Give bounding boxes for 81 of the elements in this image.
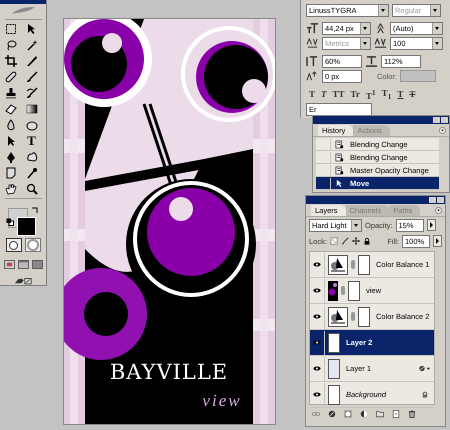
- lock-transparency-icon[interactable]: [330, 237, 338, 245]
- foreground-color-swatch[interactable]: [17, 217, 36, 236]
- default-colors-icon[interactable]: [6, 218, 14, 226]
- kerning-icon: [306, 38, 319, 48]
- eraser-icon[interactable]: [4, 103, 16, 116]
- bandage-icon[interactable]: [4, 71, 16, 84]
- stamp-icon[interactable]: [4, 87, 16, 100]
- note-icon[interactable]: [4, 167, 16, 180]
- panel-menu-icon[interactable]: [439, 126, 446, 134]
- shape-icon[interactable]: [26, 151, 38, 164]
- eye-icon[interactable]: [313, 314, 321, 319]
- knife-icon[interactable]: [26, 55, 38, 68]
- eye-icon[interactable]: [313, 262, 321, 267]
- history-brush-icon[interactable]: [26, 87, 38, 100]
- layer-style-icon[interactable]: [328, 410, 336, 418]
- text-style-button[interactable]: T: [397, 89, 404, 99]
- poster-title: BAYVILLE: [110, 360, 228, 384]
- panel-menu-icon[interactable]: [435, 206, 442, 214]
- quick-mask-button[interactable]: [24, 238, 40, 252]
- eye-icon[interactable]: [313, 340, 321, 345]
- move-icon: [335, 178, 344, 188]
- pen-icon[interactable]: [4, 151, 16, 164]
- layer-thumbnail: [328, 358, 340, 378]
- gradient-icon[interactable]: [26, 103, 38, 116]
- text-style-button[interactable]: T$^{1}$: [366, 88, 376, 100]
- eye-icon[interactable]: [313, 392, 321, 397]
- brush-icon[interactable]: [26, 71, 38, 84]
- fill-slider-button[interactable]: [433, 235, 442, 247]
- trash-icon[interactable]: [408, 410, 416, 418]
- adjustment-thumbnail-icon: [328, 306, 348, 326]
- tracking-icon: [374, 38, 387, 48]
- text-style-button[interactable]: T: [409, 89, 416, 99]
- toolbox-title-bar: [0, 0, 46, 4]
- layer-mask-thumbnail: [358, 306, 370, 326]
- horizontal-scale-icon: [365, 56, 378, 66]
- standard-mode-button[interactable]: [6, 238, 22, 252]
- document-icon: [335, 152, 344, 162]
- image-thumbnail-icon: [328, 280, 338, 300]
- text-style-button[interactable]: Tr: [350, 89, 360, 99]
- eye-icon[interactable]: [313, 366, 321, 371]
- layer-thumbnail: [328, 384, 340, 404]
- document-icon: [335, 140, 344, 148]
- hand-icon[interactable]: [4, 183, 16, 196]
- move-arrows-icon[interactable]: [352, 237, 360, 245]
- adjustment-layer-icon[interactable]: [360, 410, 368, 418]
- screen-mode-icon[interactable]: [4, 260, 14, 270]
- text-style-button[interactable]: T: [321, 89, 327, 99]
- document-icon: [335, 166, 344, 174]
- move-icon[interactable]: [26, 23, 38, 36]
- sponge-icon[interactable]: [26, 119, 38, 132]
- baseline-shift-icon: [306, 70, 319, 82]
- zoom-icon[interactable]: [26, 183, 38, 196]
- eyedropper-icon[interactable]: [26, 167, 38, 180]
- screen-mode-icon[interactable]: [32, 260, 42, 270]
- font-size-icon: [306, 22, 319, 34]
- screen-mode-icon[interactable]: [18, 260, 28, 270]
- layer-mask-thumbnail: [358, 254, 370, 274]
- brush-icon[interactable]: [340, 237, 349, 245]
- lock-icon[interactable]: [362, 237, 371, 245]
- opacity-slider-button[interactable]: [426, 219, 436, 231]
- type-tool[interactable]: T: [26, 135, 38, 148]
- link-icon[interactable]: [312, 410, 320, 418]
- marquee-icon[interactable]: [4, 23, 16, 36]
- adjustment-thumbnail-icon: [328, 254, 348, 274]
- folder-icon[interactable]: [376, 410, 384, 418]
- layer-style-icon[interactable]: [419, 365, 431, 372]
- crop-icon[interactable]: [4, 55, 16, 68]
- text-style-button[interactable]: T$_{1}$: [382, 88, 392, 100]
- mask-icon[interactable]: [344, 410, 352, 418]
- new-layer-icon[interactable]: [392, 410, 400, 418]
- eye-icon[interactable]: [313, 288, 321, 293]
- text-style-button[interactable]: TT: [332, 89, 345, 99]
- text-color-swatch[interactable]: [400, 70, 436, 82]
- vertical-scale-icon: [306, 56, 319, 66]
- text-style-button[interactable]: T: [309, 89, 316, 99]
- magic-wand-icon[interactable]: [26, 39, 38, 52]
- drop-icon[interactable]: [4, 119, 16, 132]
- layer-thumbnail: [328, 332, 340, 352]
- lasso-icon[interactable]: [4, 39, 16, 52]
- poster-subtitle: view: [202, 391, 242, 410]
- layer-mask-thumbnail: [348, 280, 360, 300]
